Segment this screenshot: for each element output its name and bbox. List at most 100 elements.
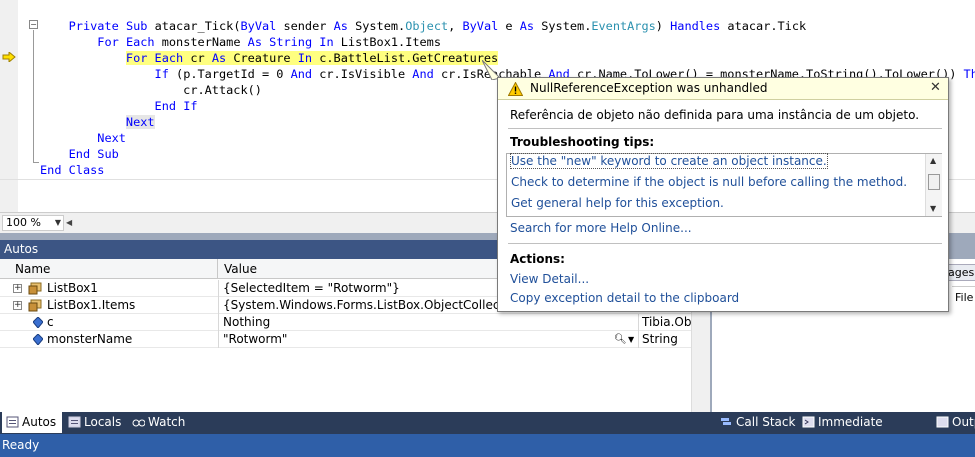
object-icon [28,299,42,312]
view-detail-link[interactable]: View Detail... [510,272,589,286]
tips-scrollbar[interactable]: ▲ ▼ [925,154,942,216]
chevron-down-icon[interactable]: ▼ [628,331,634,348]
code-token: cr [183,51,212,65]
expand-icon[interactable]: + [13,284,22,293]
code-token: If [183,99,198,113]
magnifier-icon[interactable]: 🔍︎ [614,331,627,348]
row-value[interactable]: Nothing [223,314,270,331]
code-token: monsterName [154,35,248,49]
search-help-link[interactable]: Search for more Help Online... [510,221,692,235]
column-name-header[interactable]: Name [9,259,218,279]
zoom-dropdown[interactable]: 100 % ▼ [2,215,64,231]
scroll-thumb[interactable] [928,174,940,190]
code-token: sender [276,19,334,33]
code-line[interactable]: For Each monsterName As String In ListBo… [40,34,975,50]
code-token: Class [68,163,105,177]
tab-label: Autos [22,415,57,429]
column-divider [218,331,219,348]
call-stack-icon [721,418,731,425]
column-divider [638,314,639,331]
code-token: ByVal [462,19,499,33]
tip-link-new-keyword[interactable]: Use the "new" keyword to create an objec… [510,153,828,169]
tip-link-general-help[interactable]: Get general help for this exception. [511,196,724,210]
column-divider [218,280,219,297]
right-panel-divider [952,286,975,287]
row-name: ListBox1.Items [47,298,136,312]
code-line[interactable]: Private Sub atacar_Tick(ByVal sender As … [40,18,975,34]
tab-autos[interactable]: Autos [2,412,62,433]
tip-link-check-null[interactable]: Check to determine if the object is null… [511,175,907,189]
column-divider [218,297,219,314]
collapse-toggle[interactable]: − [29,20,38,29]
row-value[interactable]: {System.Windows.Forms.ListBox.ObjectColl… [223,297,530,314]
chevron-down-icon: ▼ [54,218,61,227]
code-line[interactable]: For Each cr As Creature In c.BattleList.… [40,50,975,66]
table-row[interactable]: c Nothing Tibia.Ob [0,314,710,331]
code-token: atacar_Tick( [147,19,241,33]
scroll-up-icon[interactable]: ▲ [930,156,936,165]
code-token: ListBox1.Items [333,35,441,49]
expand-icon[interactable]: + [13,301,22,310]
column-divider [218,314,219,331]
tab-immediate-window[interactable]: Immediate Window [798,412,928,449]
watch-icon [132,419,145,427]
status-bar: Ready [0,434,975,457]
row-value[interactable]: {SelectedItem = "Rotworm"} [223,280,400,297]
code-token: End [154,99,177,113]
right-panel-column-header[interactable]: File [955,291,975,307]
code-token: String [269,35,313,49]
tab-label: Watch [148,415,186,429]
outline-line [33,30,34,163]
close-icon[interactable]: ✕ [930,80,941,95]
row-value[interactable]: "Rotworm" [223,331,287,348]
indicator-margin [0,0,18,212]
code-token: As [333,19,348,33]
tab-locals[interactable]: Locals [64,412,128,433]
code-token: For Each [125,51,184,65]
tab-label: Locals [84,415,122,429]
code-token: End [40,163,62,177]
code-token: c.BattleList.GetCreatures [312,51,499,65]
code-token: cr.Attack() [40,83,262,97]
row-name: monsterName [47,332,133,346]
code-token: Next [125,115,155,129]
outline-end [33,162,39,163]
code-token: Sub [125,19,148,33]
tab-watch[interactable]: Watch [128,412,192,433]
code-token: cr.IsVisible [312,67,413,81]
scroll-left-icon[interactable]: ◀ [66,218,72,227]
code-token: Private [68,19,119,33]
code-token: ByVal [240,19,277,33]
code-token: Each [125,35,155,49]
code-token: atacar.Tick [720,19,807,33]
row-name: ListBox1 [47,281,98,295]
table-row[interactable]: monsterName "Rotworm" 🔍︎ ▼ String [0,331,710,348]
code-token: Object [405,19,449,33]
code-token: End [68,147,91,161]
troubleshooting-list: Use the "new" keyword to create an objec… [506,153,942,217]
exception-title: NullReferenceException was unhandled [530,81,768,95]
popup-divider [508,128,942,129]
code-token: , [448,19,463,33]
code-token: e [498,19,520,33]
code-token: And [290,67,313,81]
troubleshooting-header: Troubleshooting tips: [510,135,655,149]
scroll-down-icon[interactable]: ▼ [930,204,936,213]
row-type: String [642,332,678,346]
code-token: If [154,67,169,81]
code-token: As [519,19,535,33]
code-token: Next [97,131,126,145]
code-token: ) [655,19,671,33]
tab-output[interactable]: Outpu [932,412,975,433]
popup-divider [508,243,942,244]
copy-detail-link[interactable]: Copy exception detail to the clipboard [510,291,739,305]
